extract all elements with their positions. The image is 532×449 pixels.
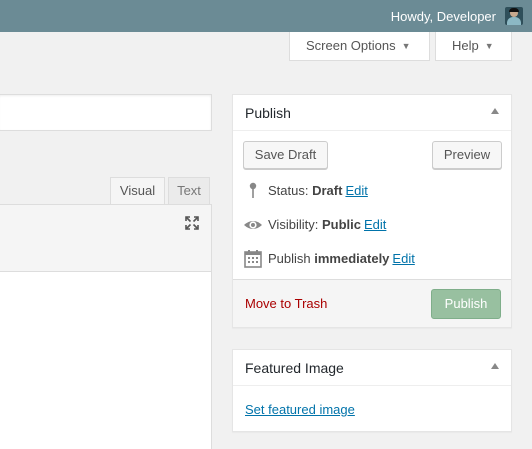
howdy-user-menu[interactable]: Howdy, Developer: [391, 9, 496, 24]
edit-visibility-link[interactable]: Edit: [364, 217, 386, 232]
visibility-value: Public: [321, 217, 361, 232]
collapse-toggle-icon[interactable]: [491, 108, 499, 114]
edit-status-link[interactable]: Edit: [345, 183, 367, 198]
featured-image-box-header[interactable]: Featured Image: [233, 350, 511, 386]
status-label: Status:: [268, 183, 309, 198]
eye-icon: [243, 215, 263, 235]
edit-publish-time-link[interactable]: Edit: [392, 251, 414, 266]
save-draft-button[interactable]: Save Draft: [243, 141, 328, 169]
tab-visual[interactable]: Visual: [110, 177, 165, 205]
publish-button[interactable]: Publish: [431, 289, 501, 319]
admin-bar: Howdy, Developer: [0, 0, 532, 32]
publish-time-value: immediately: [314, 251, 390, 266]
pin-icon: [243, 181, 263, 201]
publish-box-header[interactable]: Publish: [233, 95, 511, 131]
triangle-down-icon: ▼: [484, 41, 494, 51]
featured-image-box-title: Featured Image: [245, 360, 344, 376]
publish-box-title: Publish: [245, 105, 291, 121]
tab-text[interactable]: Text: [168, 177, 210, 205]
visibility-label: Visibility:: [268, 217, 319, 232]
set-featured-image-link[interactable]: Set featured image: [245, 402, 355, 417]
help-button[interactable]: Help ▼: [435, 32, 512, 61]
preview-button[interactable]: Preview: [432, 141, 502, 169]
publish-box: Publish Save Draft Preview Status: Draft…: [232, 94, 512, 328]
screen-options-label: Screen Options: [306, 38, 396, 53]
triangle-down-icon: ▼: [401, 41, 411, 51]
help-label: Help: [452, 38, 479, 53]
expand-icon[interactable]: [184, 215, 200, 231]
status-value: Draft: [312, 183, 343, 198]
move-to-trash-link[interactable]: Move to Trash: [245, 296, 327, 311]
major-publishing-actions: Move to Trash Publish: [233, 279, 511, 327]
editor-toolbar: [0, 204, 212, 272]
featured-image-box: Featured Image Set featured image: [232, 349, 512, 432]
screen-options-button[interactable]: Screen Options ▼: [289, 32, 430, 61]
editor-content-area[interactable]: [0, 271, 212, 449]
publish-time-label: Publish: [268, 251, 311, 266]
user-avatar[interactable]: [505, 7, 523, 25]
collapse-toggle-icon[interactable]: [491, 363, 499, 369]
calendar-icon: [243, 249, 263, 269]
post-title-input[interactable]: [0, 94, 212, 131]
